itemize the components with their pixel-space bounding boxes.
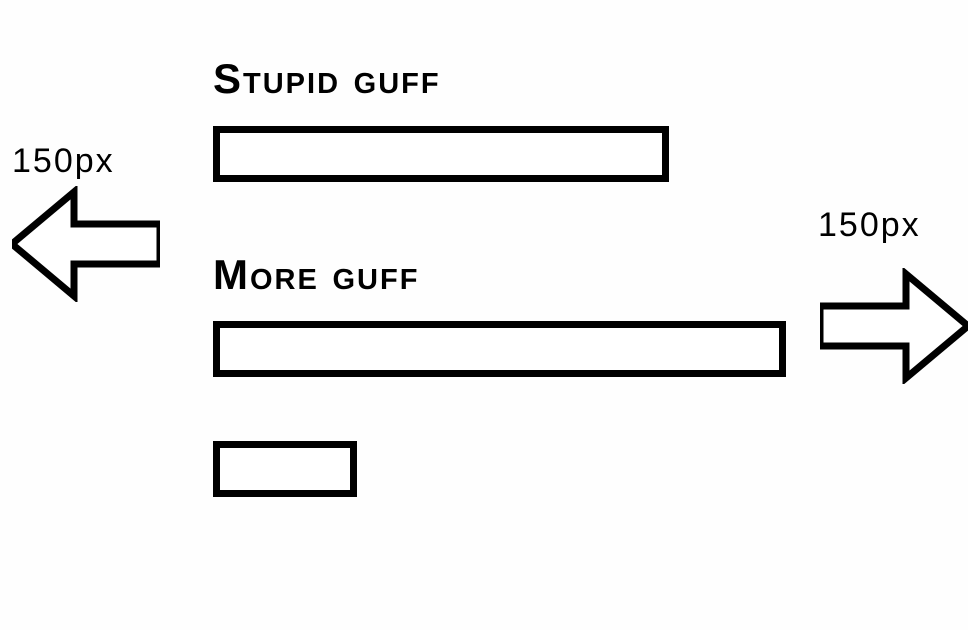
box-1 — [213, 126, 669, 182]
heading-more-guff: More guff — [213, 251, 419, 299]
arrow-right-icon — [820, 268, 968, 389]
left-dimension-label: 150px — [12, 142, 115, 181]
box-3 — [213, 441, 357, 497]
heading-stupid-guff: Stupid guff — [213, 55, 441, 103]
box-2 — [213, 321, 786, 377]
right-dimension-label: 150px — [818, 206, 921, 245]
arrow-left-icon — [12, 186, 160, 307]
